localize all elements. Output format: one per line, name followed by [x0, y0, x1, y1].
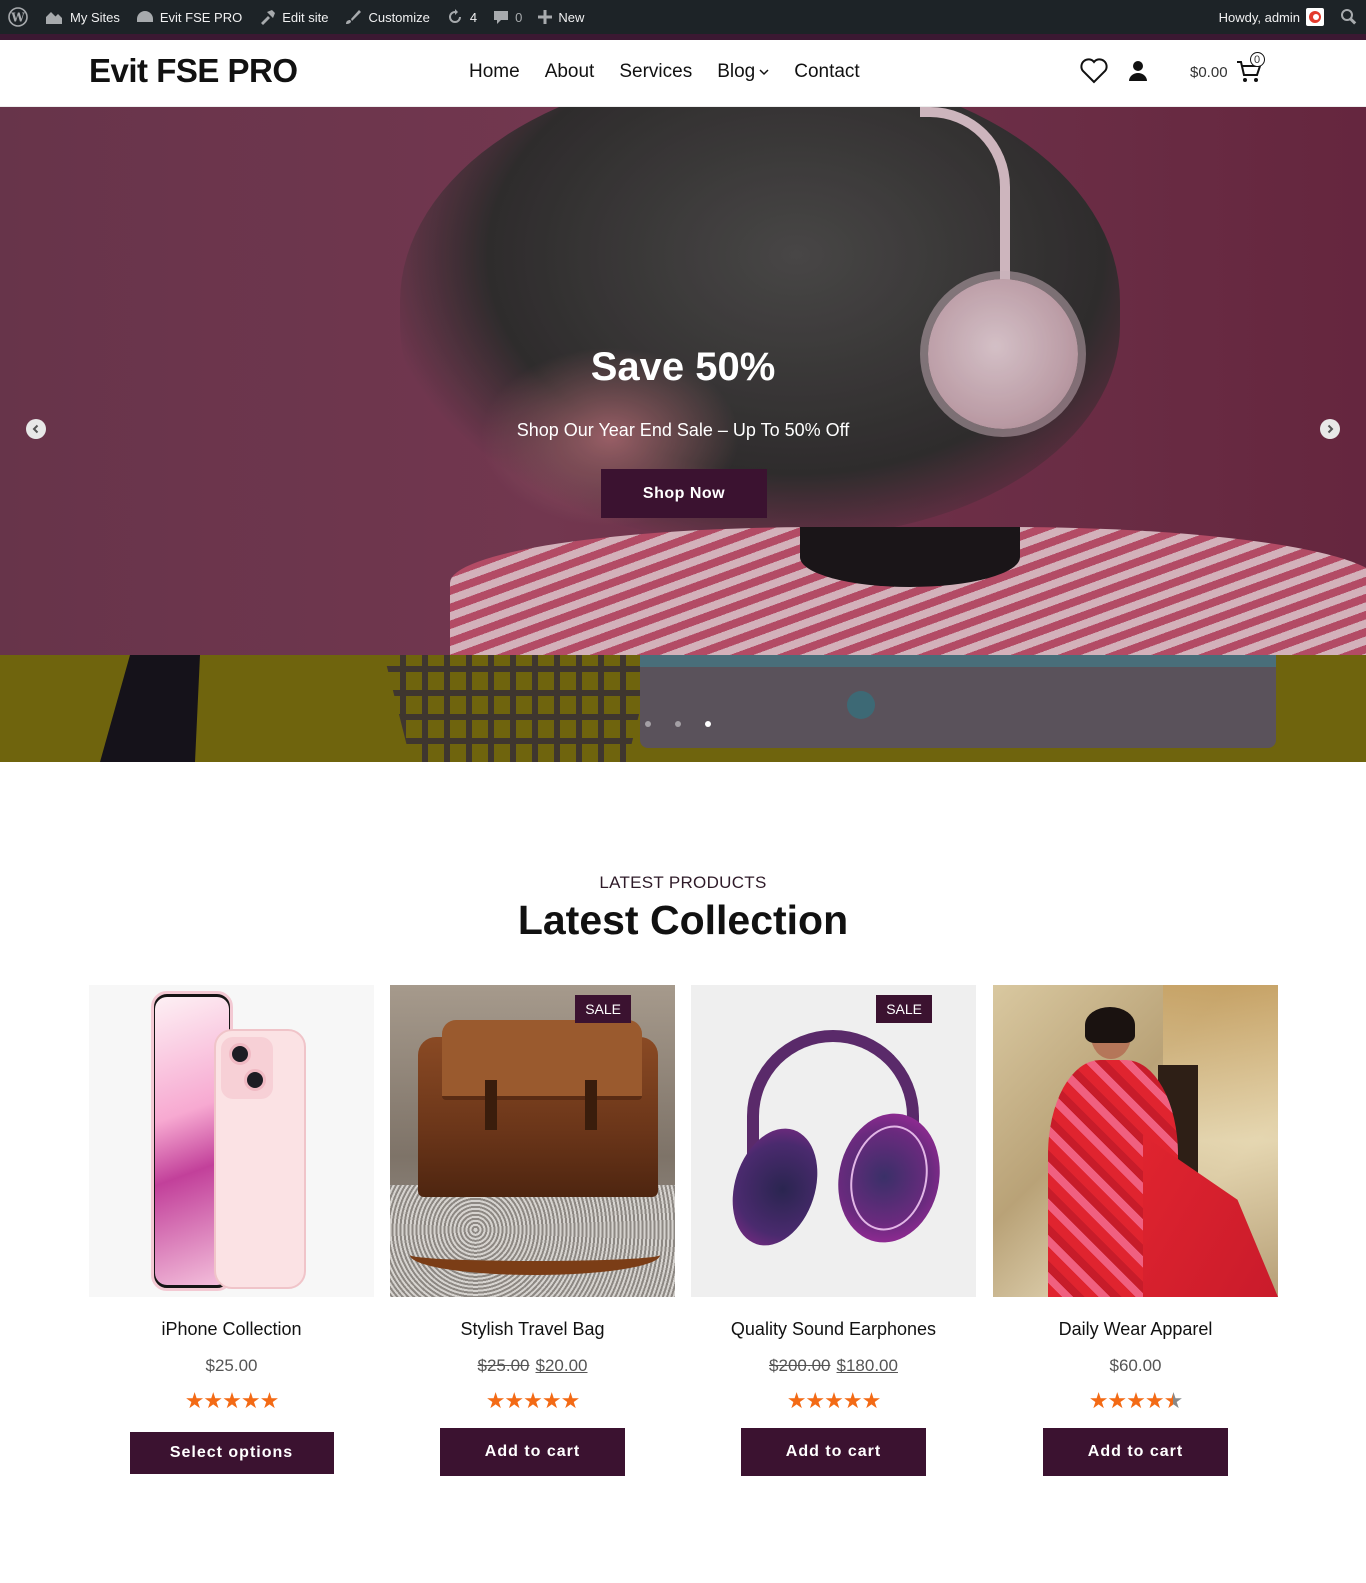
product-card: Daily Wear Apparel $60.00 ★★★★★ Add to c…	[993, 985, 1278, 1476]
product-price: $25.00	[89, 1356, 374, 1376]
slider-pagination	[645, 721, 711, 727]
my-sites-menu[interactable]: My Sites	[36, 0, 128, 34]
product-price: $200.00 $180.00	[691, 1356, 976, 1376]
customize-link[interactable]: Customize	[336, 0, 437, 34]
cart-icon: 0	[1236, 52, 1265, 84]
select-options-button[interactable]: Select options	[129, 1432, 334, 1474]
product-card: iPhone Collection $25.00 ★★★★★ Select op…	[89, 985, 374, 1474]
add-to-cart-button[interactable]: Add to cart	[741, 1428, 926, 1476]
price-current: $25.00	[205, 1356, 258, 1375]
avatar	[1306, 8, 1324, 26]
new-content-menu[interactable]: New	[530, 0, 592, 34]
price-original: $200.00	[769, 1356, 831, 1375]
hammer-icon	[261, 10, 276, 25]
sale-badge: SALE	[876, 995, 932, 1023]
site-header: Evit FSE PRO Home About Services Blog Co…	[0, 40, 1366, 107]
product-name[interactable]: iPhone Collection	[89, 1319, 374, 1340]
plus-icon	[538, 10, 553, 24]
chevron-down-icon	[759, 69, 769, 76]
section-title: Latest Collection	[517, 897, 849, 943]
nav-item-about[interactable]: About	[545, 61, 595, 83]
slider-dot-2[interactable]	[675, 721, 681, 727]
price-original: $25.00	[477, 1356, 530, 1375]
comment-icon	[494, 11, 509, 24]
customize-label: Customize	[368, 9, 430, 25]
price-current: $60.00	[1109, 1356, 1162, 1375]
my-sites-icon	[46, 12, 62, 24]
updates-count: 4	[469, 9, 478, 25]
comments-count: 0	[515, 9, 523, 25]
product-image-iphone[interactable]	[89, 985, 374, 1297]
cart-total: $0.00	[1190, 63, 1228, 81]
comments-link[interactable]: 0	[485, 0, 530, 34]
slider-prev-arrow-icon[interactable]	[26, 419, 46, 439]
product-image-headphones[interactable]: SALE	[691, 985, 976, 1297]
section-eyebrow: LATEST PRODUCTS	[599, 873, 767, 892]
mini-cart[interactable]: $0.00 0	[1190, 52, 1265, 84]
edit-site-link[interactable]: Edit site	[250, 0, 336, 34]
star-rating: ★★★★★	[485, 1388, 581, 1413]
product-name[interactable]: Quality Sound Earphones	[691, 1319, 976, 1340]
price-sale: $20.00	[535, 1356, 588, 1375]
updates-icon	[448, 9, 461, 23]
product-name[interactable]: Stylish Travel Bag	[390, 1319, 675, 1340]
howdy-label: Howdy, admin	[1218, 9, 1300, 25]
shop-now-button[interactable]: Shop Now	[601, 469, 767, 518]
site-name-menu[interactable]: Evit FSE PRO	[128, 0, 250, 34]
add-to-cart-button[interactable]: Add to cart	[440, 1428, 625, 1476]
svg-text:W: W	[10, 11, 25, 25]
nav-item-contact[interactable]: Contact	[794, 61, 859, 83]
star-rating: ★★★★★	[184, 1388, 280, 1413]
nav-item-blog[interactable]: Blog	[717, 61, 769, 83]
updates-link[interactable]: 4	[438, 0, 485, 34]
hero-title: Save 50%	[590, 345, 776, 389]
sale-badge: SALE	[575, 995, 631, 1023]
price-sale: $180.00	[836, 1356, 898, 1375]
brush-icon	[346, 10, 362, 24]
nav-item-home[interactable]: Home	[469, 61, 520, 83]
slider-next-arrow-icon[interactable]	[1320, 419, 1340, 439]
user-icon[interactable]	[1128, 60, 1148, 82]
site-logo[interactable]: Evit FSE PRO	[89, 52, 298, 90]
heart-icon[interactable]	[1080, 58, 1108, 84]
star-rating: ★★★★★	[786, 1388, 882, 1413]
hero-slider: Save 50% Shop Our Year End Sale – Up To …	[0, 107, 1366, 762]
product-card: SALE Quality Sound Earphones $200.00 $180…	[691, 985, 976, 1476]
nav-item-blog-label: Blog	[717, 61, 756, 82]
cart-count-badge: 0	[1249, 52, 1265, 67]
product-price: $60.00	[993, 1356, 1278, 1376]
nav-item-services[interactable]: Services	[619, 61, 692, 83]
product-image-apparel[interactable]	[993, 985, 1278, 1297]
account-menu[interactable]: Howdy, admin	[1211, 0, 1332, 34]
product-name[interactable]: Daily Wear Apparel	[993, 1319, 1278, 1340]
edit-site-label: Edit site	[282, 9, 329, 25]
admin-bar: W My Sites Evit FSE PRO Edit site Custom…	[0, 0, 1366, 34]
star-rating: ★★★★★	[1088, 1388, 1184, 1413]
product-image-travel-bag[interactable]: SALE	[390, 985, 675, 1297]
new-label: New	[558, 9, 585, 25]
slider-dot-3[interactable]	[705, 721, 711, 727]
main-navigation: Home About Services Blog Contact	[469, 61, 860, 83]
search-icon[interactable]	[1332, 0, 1366, 34]
my-sites-label: My Sites	[70, 9, 120, 25]
product-price: $25.00 $20.00	[390, 1356, 675, 1376]
product-card: SALE Stylish Travel Bag $25.00 $20.00 ★★★…	[390, 985, 675, 1476]
hero-subtitle: Shop Our Year End Sale – Up To 50% Off	[516, 420, 850, 440]
site-name-label: Evit FSE PRO	[159, 9, 243, 25]
slider-dot-1[interactable]	[645, 721, 651, 727]
add-to-cart-button[interactable]: Add to cart	[1043, 1428, 1228, 1476]
wordpress-logo-icon[interactable]: W	[0, 0, 36, 34]
dashboard-icon	[136, 11, 153, 22]
